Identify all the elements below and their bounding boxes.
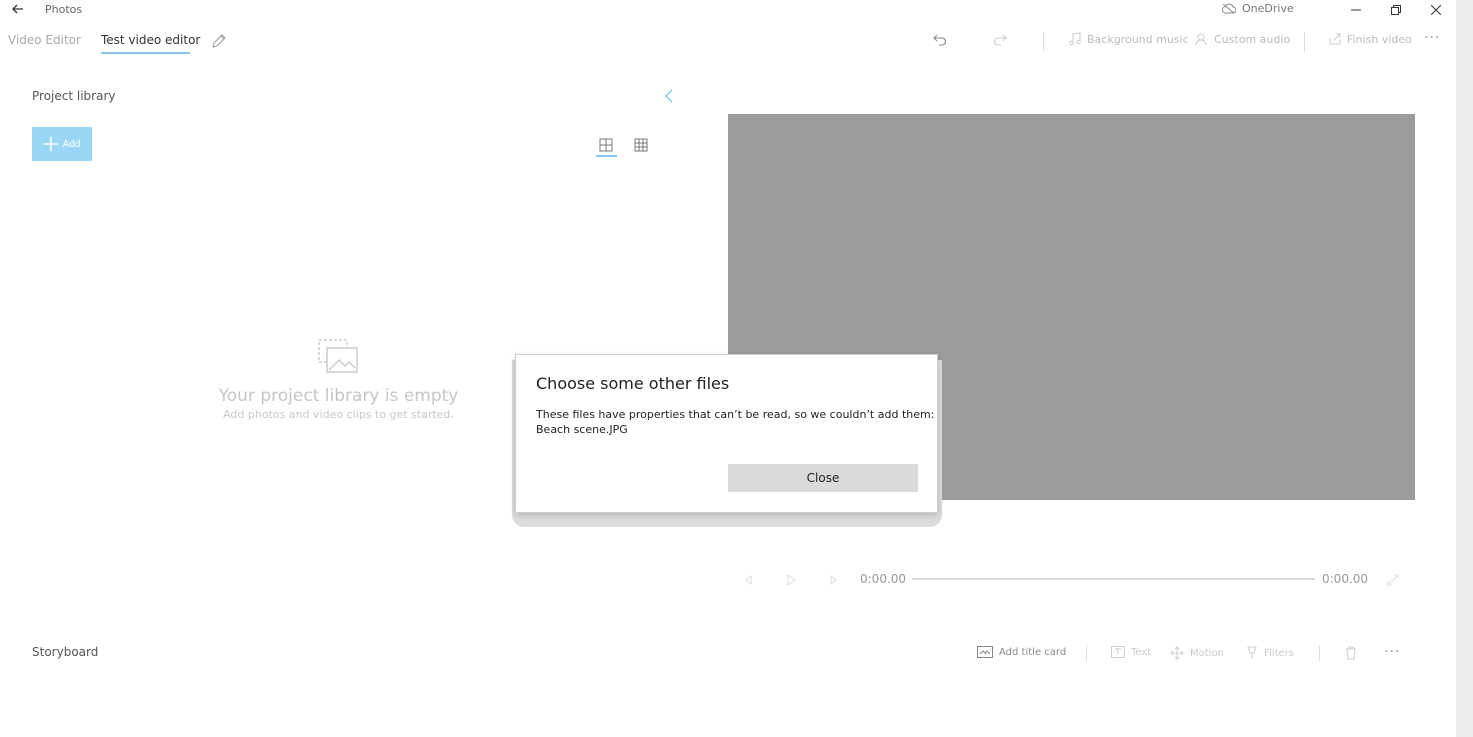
export-icon (1329, 33, 1341, 45)
storyboard-title: Storyboard (32, 645, 99, 659)
redo-icon (993, 34, 1007, 46)
storyboard-divider (1319, 645, 1320, 661)
minimize-button[interactable] (1342, 0, 1370, 20)
finish-video-button[interactable]: Finish video (1328, 32, 1412, 46)
filters-icon (1247, 646, 1257, 659)
small-grid-icon (634, 138, 648, 152)
filters-label: Filters (1264, 647, 1294, 659)
text-icon (1111, 646, 1125, 658)
text-label: Text (1131, 646, 1152, 658)
dialog-title: Choose some other files (536, 374, 730, 393)
play-button[interactable] (785, 572, 797, 586)
project-title-tab[interactable]: Test video editor (101, 33, 200, 47)
error-dialog: Choose some other files These files have… (515, 354, 938, 513)
music-note-icon (1069, 32, 1081, 46)
dialog-file-name: Beach scene.JPG (536, 423, 628, 436)
add-media-button[interactable]: Add (32, 127, 92, 161)
back-arrow-icon (12, 4, 23, 14)
current-time: 0:00.00 (860, 572, 907, 586)
breadcrumb-video-editor[interactable]: Video Editor (8, 33, 81, 47)
rename-project-button[interactable] (210, 32, 228, 50)
large-grid-icon (599, 138, 613, 152)
play-icon (787, 574, 796, 586)
large-thumbnails-button[interactable] (596, 136, 616, 154)
plus-icon (43, 137, 58, 151)
background-music-button[interactable]: Background music (1068, 32, 1189, 46)
finish-video-label: Finish video (1347, 32, 1412, 46)
title-card-icon (977, 646, 993, 658)
active-tab-indicator (101, 52, 190, 54)
dialog-close-button[interactable]: Close (728, 464, 918, 492)
back-button[interactable] (10, 1, 26, 17)
chevron-left-icon (665, 89, 673, 103)
motion-button[interactable]: Motion (1170, 646, 1224, 660)
next-frame-icon (830, 574, 837, 586)
motion-label: Motion (1190, 647, 1224, 659)
toolbar-divider (1043, 32, 1044, 52)
toolbar-divider (1304, 32, 1305, 52)
project-library-title: Project library (32, 89, 116, 103)
motion-icon (1170, 646, 1184, 660)
custom-audio-icon (1195, 33, 1207, 46)
close-icon (1431, 5, 1441, 15)
title-bar: Photos OneDrive (0, 0, 1456, 20)
add-media-label: Add (62, 138, 81, 150)
fullscreen-button[interactable] (1386, 572, 1400, 586)
cloud-icon (1221, 3, 1236, 14)
more-options-button[interactable]: ··· (1424, 30, 1440, 46)
onedrive-status[interactable]: OneDrive (1221, 2, 1294, 15)
add-title-card-label: Add title card (999, 646, 1067, 658)
maximize-button[interactable] (1382, 0, 1410, 20)
trash-icon (1346, 646, 1356, 660)
custom-audio-button[interactable]: Custom audio (1195, 32, 1290, 46)
total-time: 0:00.00 (1322, 572, 1369, 586)
redo-button[interactable] (992, 32, 1008, 48)
storyboard-divider (1086, 645, 1087, 661)
onedrive-label: OneDrive (1242, 2, 1294, 15)
active-view-indicator (596, 155, 617, 157)
playback-scrubber[interactable] (912, 578, 1315, 580)
filters-button[interactable]: Filters (1246, 646, 1294, 660)
collapse-library-button[interactable] (662, 88, 676, 104)
dialog-message: These files have properties that can’t b… (536, 408, 935, 421)
small-thumbnails-button[interactable] (631, 136, 651, 154)
close-window-button[interactable] (1422, 0, 1450, 20)
undo-icon (933, 34, 947, 46)
next-frame-button[interactable] (828, 572, 840, 586)
window-scrollbar[interactable] (1456, 0, 1473, 737)
text-button[interactable]: Text (1111, 646, 1151, 658)
background-music-label: Background music (1087, 32, 1189, 46)
maximize-icon (1391, 5, 1401, 15)
previous-frame-button[interactable] (742, 572, 754, 586)
empty-library-icon (317, 338, 359, 374)
custom-audio-label: Custom audio (1214, 32, 1291, 46)
delete-button[interactable] (1345, 646, 1357, 660)
storyboard-more-button[interactable]: ··· (1384, 644, 1400, 660)
minimize-icon (1351, 9, 1361, 11)
add-title-card-button[interactable]: Add title card (977, 646, 1066, 658)
undo-button[interactable] (932, 32, 948, 48)
previous-frame-icon (745, 574, 752, 586)
app-title: Photos (45, 3, 83, 16)
pencil-icon (212, 34, 226, 48)
fullscreen-icon (1387, 574, 1399, 586)
